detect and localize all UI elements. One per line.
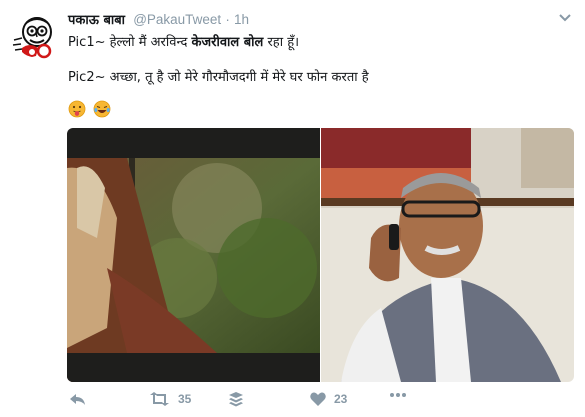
separator-dot: · <box>225 12 230 27</box>
like-heart-icon <box>310 392 326 406</box>
retweet-icon <box>150 392 169 406</box>
reply-button[interactable] <box>69 392 86 406</box>
tweet-media[interactable] <box>67 128 574 382</box>
user-handle[interactable]: @PakauTweet <box>133 12 221 27</box>
retweet-count: 35 <box>178 392 192 406</box>
display-name[interactable]: पकाऊ बाबा <box>68 13 125 28</box>
pakau-avatar-icon <box>12 17 52 59</box>
retweet-button[interactable]: 35 <box>149 392 191 406</box>
laughing-tears-emoji <box>93 100 111 118</box>
emoji-row <box>68 100 113 122</box>
tweet-text-part: रहा हूँ। <box>263 35 300 50</box>
tweet-header: पकाऊ बाबा @PakauTweet · 1h <box>68 10 249 28</box>
reply-icon <box>70 394 85 405</box>
caret-down-icon[interactable] <box>559 12 571 25</box>
photo-2[interactable] <box>321 128 574 382</box>
more-button[interactable] <box>389 392 407 398</box>
tongue-face-emoji <box>68 100 86 118</box>
like-count: 23 <box>334 392 348 406</box>
photo-1[interactable] <box>67 128 320 382</box>
tweet-actions: 35 23 <box>67 392 487 414</box>
tweet-text-line-1: Pic1~ हेल्लो मैं अरविन्द केजरीवाल बोल रह… <box>68 32 299 50</box>
like-button[interactable]: 23 <box>310 392 347 406</box>
tweet-timestamp[interactable]: 1h <box>234 12 249 27</box>
buffer-button[interactable] <box>229 392 243 407</box>
buffer-icon <box>229 392 243 407</box>
tweet-text-bold: केजरीवाल बोल <box>191 35 264 50</box>
tweet-text-line-2: Pic2~ अच्छा, तू है जो मेरे गौरमौजदगी में… <box>68 70 369 85</box>
more-icon <box>390 393 406 397</box>
avatar[interactable] <box>10 12 58 60</box>
tweet-text-part: Pic1~ हेल्लो मैं अरविन्द <box>68 35 192 50</box>
